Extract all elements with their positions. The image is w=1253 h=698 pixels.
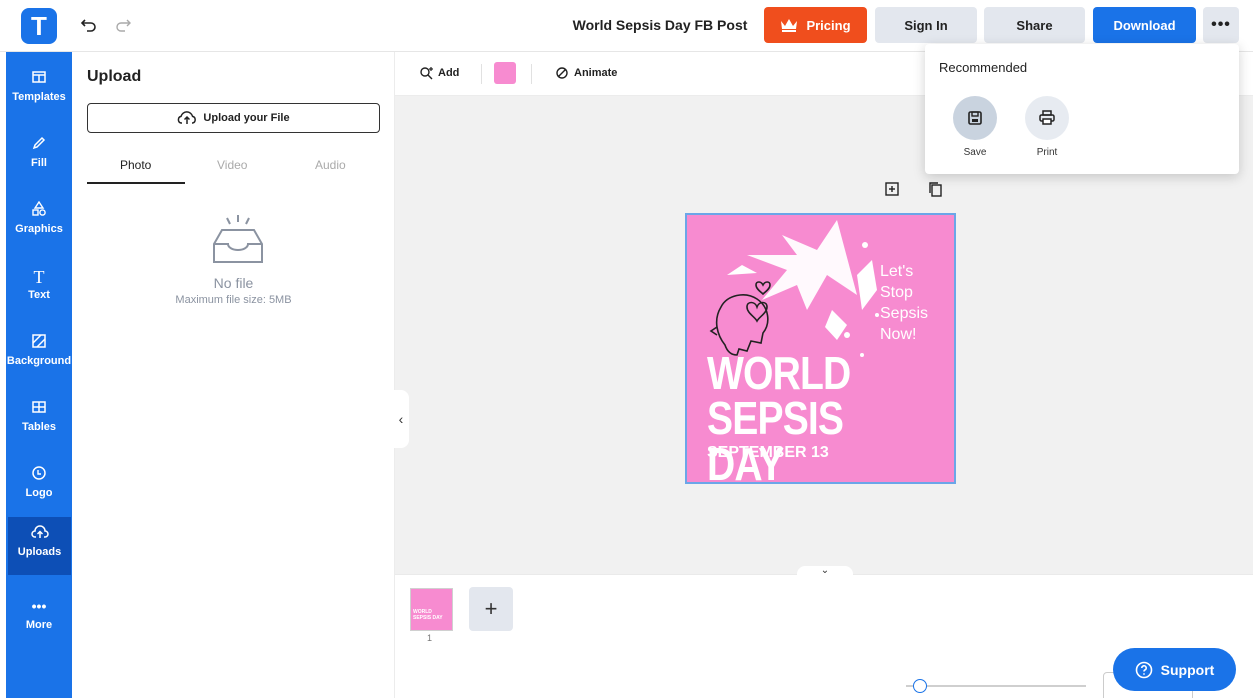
more-options-menu: Recommended Save Print <box>925 44 1239 174</box>
table-icon <box>6 399 72 421</box>
design-date: SEPTEMBER 13 <box>707 444 829 461</box>
sidebar-item-label: More <box>25 619 53 631</box>
add-page-icon[interactable] <box>884 181 900 197</box>
app-logo[interactable]: T <box>21 8 57 44</box>
sidebar-item-uploads[interactable]: Uploads <box>8 517 71 575</box>
collapse-panel-button[interactable]: ‹ <box>393 390 409 448</box>
panel-title: Upload <box>87 68 142 85</box>
empty-state-hint: Maximum file size: 5MB <box>175 294 292 306</box>
chevron-down-icon[interactable]: ⌄ <box>797 566 853 576</box>
more-options-button[interactable]: ••• <box>1203 7 1239 43</box>
undo-icon[interactable] <box>78 14 100 36</box>
sidebar-item-label: Templates <box>12 91 66 103</box>
text-icon: T <box>33 267 45 287</box>
sidebar-item-tables[interactable]: Tables <box>6 392 72 448</box>
menu-item-label: Save <box>963 147 987 158</box>
sidebar-item-label: Logo <box>25 487 53 499</box>
toolbar-divider <box>481 64 482 84</box>
sidebar-item-label: Fill <box>31 157 47 169</box>
fill-color-swatch[interactable] <box>494 62 516 84</box>
download-button[interactable]: Download <box>1093 7 1196 43</box>
design-headline-line2: SEPSIS DAY <box>707 392 844 484</box>
sidebar-item-more[interactable]: ••• More <box>6 590 72 646</box>
empty-tray-icon <box>210 212 266 273</box>
sidebar-item-label: Uploads <box>17 546 62 558</box>
support-label: Support <box>1160 661 1215 678</box>
print-icon <box>1025 96 1069 140</box>
sidebar-item-label: Text <box>28 289 50 301</box>
design-headline-line1: WORLD <box>707 347 851 399</box>
pen-icon <box>6 135 72 157</box>
toolbar-divider <box>531 64 532 84</box>
tagline-line: Let's <box>880 263 914 280</box>
sidebar-item-label: Graphics <box>15 223 63 235</box>
tagline-line: Now! <box>880 326 917 343</box>
shapes-icon <box>6 200 72 223</box>
sidebar-item-label: Tables <box>21 421 57 433</box>
redo-icon[interactable] <box>112 14 134 36</box>
sidebar: Templates Fill Graphics T Text Backgroun… <box>6 52 72 698</box>
pricing-button[interactable]: Pricing <box>764 7 867 43</box>
chevron-left-icon: ‹ <box>398 411 404 427</box>
tagline-line: Stop <box>880 284 913 301</box>
support-button[interactable]: Support <box>1113 648 1236 691</box>
sidebar-item-logo[interactable]: Logo <box>6 458 72 514</box>
pricing-label: Pricing <box>806 17 851 33</box>
upload-file-button[interactable]: Upload your File <box>87 103 380 133</box>
cloud-upload-icon <box>178 111 197 124</box>
templates-icon <box>6 69 72 91</box>
tab-audio[interactable]: Audio <box>315 158 346 172</box>
sidebar-item-label: Background <box>6 355 72 367</box>
add-page-button[interactable]: + <box>469 587 513 631</box>
upload-panel: Upload Upload your File Photo Video Audi… <box>72 52 395 698</box>
sidebar-item-templates[interactable]: Templates <box>6 62 72 118</box>
menu-item-label: Print <box>1036 147 1058 158</box>
add-button[interactable]: Add <box>419 66 459 80</box>
animate-button[interactable]: Animate <box>555 66 617 80</box>
sign-in-button[interactable]: Sign In <box>875 7 977 43</box>
design-tagline: Let's Stop Sepsis Now! <box>880 261 928 345</box>
sidebar-item-fill[interactable]: Fill <box>6 128 72 184</box>
thumbnail-line: SEPSIS DAY <box>413 615 443 621</box>
help-icon <box>1135 661 1152 678</box>
page-thumbnail[interactable]: WORLD SEPSIS DAY <box>410 588 453 631</box>
save-icon <box>953 96 997 140</box>
sidebar-item-graphics[interactable]: Graphics <box>6 194 72 250</box>
menu-item-print[interactable]: Print <box>1025 96 1069 158</box>
document-title[interactable]: World Sepsis Day FB Post <box>560 17 760 33</box>
tab-photo[interactable]: Photo <box>120 158 151 172</box>
page-number: 1 <box>427 633 433 643</box>
crown-icon <box>781 19 798 32</box>
more-icon: ••• <box>31 598 47 614</box>
active-tab-indicator <box>87 182 185 184</box>
zoom-slider-track[interactable] <box>906 685 1086 687</box>
duplicate-page-icon[interactable] <box>927 181 943 197</box>
design-canvas[interactable]: Let's Stop Sepsis Now! WORLD SEPSIS DAY … <box>685 213 956 484</box>
menu-title: Recommended <box>939 60 1028 75</box>
add-label: Add <box>438 67 460 79</box>
add-icon <box>420 67 433 80</box>
animate-icon <box>556 67 568 79</box>
tab-video[interactable]: Video <box>217 158 247 172</box>
sidebar-item-background[interactable]: Background <box>6 326 72 382</box>
background-icon <box>6 333 72 355</box>
zoom-slider-handle[interactable] <box>913 679 927 693</box>
menu-item-save[interactable]: Save <box>953 96 997 158</box>
empty-state-title: No file <box>213 275 254 291</box>
cloud-upload-icon <box>8 524 71 546</box>
tagline-line: Sepsis <box>880 305 929 322</box>
share-button[interactable]: Share <box>984 7 1085 43</box>
sidebar-item-text[interactable]: T Text <box>6 260 72 316</box>
upload-file-label: Upload your File <box>203 112 290 124</box>
animate-label: Animate <box>574 67 618 79</box>
logo-icon <box>6 465 72 487</box>
